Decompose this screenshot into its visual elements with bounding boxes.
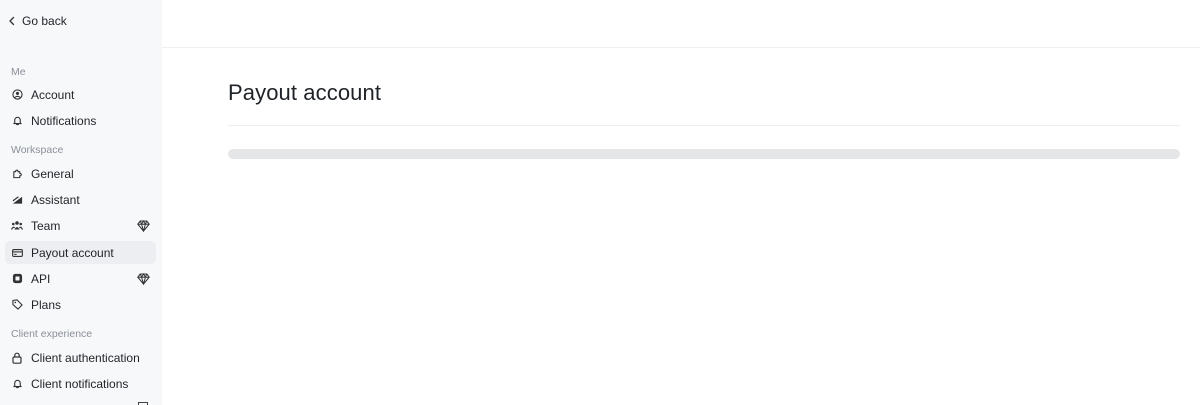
sidebar-item-notifications[interactable]: Notifications <box>5 109 156 132</box>
page-title: Payout account <box>228 80 382 105</box>
sidebar-item-label: API <box>31 271 51 286</box>
user-circle-icon <box>11 89 23 101</box>
sidebar-item-payout-account[interactable]: Payout account <box>5 241 156 264</box>
sidebar-item-assistant[interactable]: Assistant <box>5 188 156 211</box>
tag-icon <box>11 299 23 311</box>
sidebar-item-label: Payout account <box>31 245 114 260</box>
sidebar-item-client-notifications[interactable]: Client notifications <box>5 372 156 395</box>
chevron-left-icon <box>5 14 19 28</box>
loading-skeleton-bar <box>228 149 1180 159</box>
diamond-icon <box>136 219 150 233</box>
sidebar-item-label: Notifications <box>31 113 97 128</box>
sidebar-item-label: General <box>31 166 74 181</box>
go-back-link[interactable]: Go back <box>5 12 67 30</box>
top-bar <box>162 0 1200 48</box>
section-label-client-experience: Client experience <box>11 328 93 340</box>
sidebar-item-general[interactable]: General <box>5 162 156 185</box>
sidebar-item-label: Client authentication <box>31 350 140 365</box>
sidebar-item-plans[interactable]: Plans <box>5 293 156 316</box>
section-label-workspace: Workspace <box>11 144 64 156</box>
diamond-icon <box>136 272 150 286</box>
puzzle-icon <box>11 168 23 180</box>
sidebar-item-api[interactable]: API <box>5 267 156 290</box>
sidebar-item-team[interactable]: Team <box>5 214 156 237</box>
section-label-me: Me <box>11 66 26 78</box>
bell-icon <box>11 378 23 390</box>
go-back-label: Go back <box>22 14 67 28</box>
lock-icon <box>11 352 23 364</box>
sidebar-item-label: Plans <box>31 297 62 312</box>
bell-icon <box>11 115 23 127</box>
divider <box>228 125 1180 126</box>
sidebar-item-label: Account <box>31 87 75 102</box>
signal-icon <box>11 194 23 206</box>
main-content: Payout account <box>162 48 1200 405</box>
sidebar-item-account[interactable]: Account <box>5 83 156 106</box>
sidebar-item-label: Client notifications <box>31 376 129 391</box>
chip-icon <box>11 273 23 285</box>
sidebar-item-label: Team <box>31 218 61 233</box>
sidebar-item-client-authentication[interactable]: Client authentication <box>5 346 156 369</box>
sidebar: Go back Me Account Notifications Workspa… <box>0 0 162 405</box>
credit-card-icon <box>11 247 23 259</box>
team-icon <box>11 220 23 232</box>
sidebar-item-label: Assistant <box>31 192 80 207</box>
